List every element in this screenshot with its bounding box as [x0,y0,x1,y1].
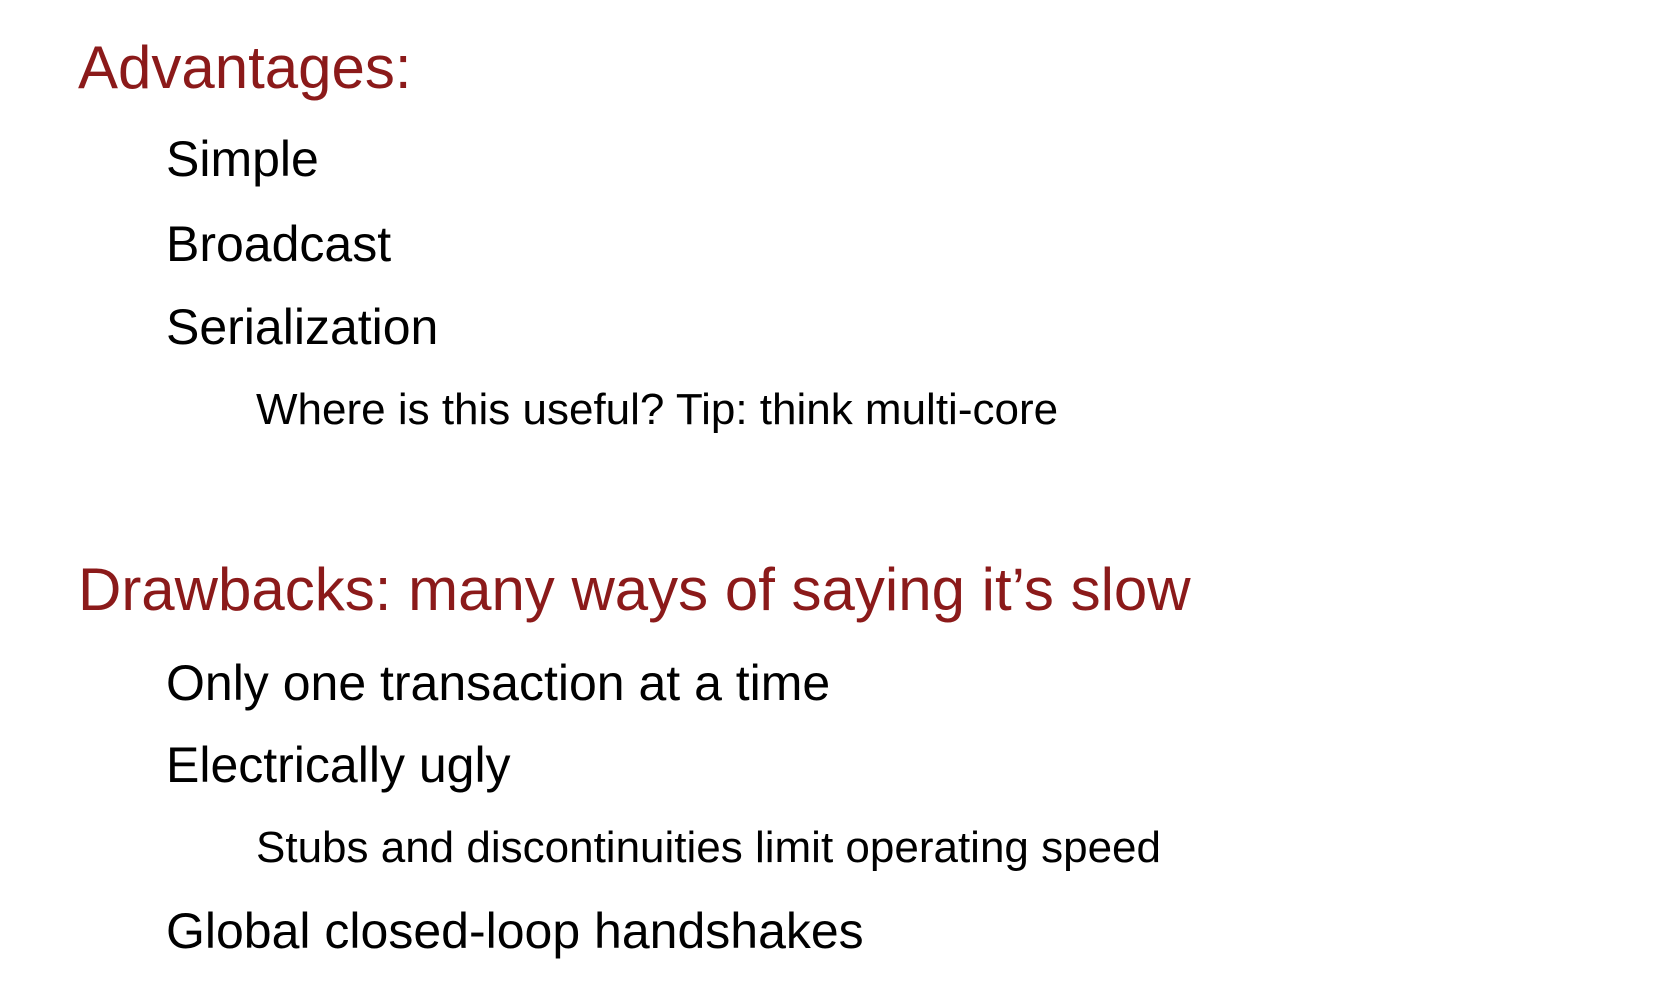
drawback-item-handshakes: Global closed-loop handshakes [166,903,864,959]
advantage-item-broadcast: Broadcast [166,216,392,272]
drawback-item-one-transaction: Only one transaction at a time [166,655,831,711]
advantages-heading: Advantages: [78,34,412,101]
advantage-item-serialization: Serialization [166,299,439,355]
advantage-subitem-multicore: Where is this useful? Tip: think multi-c… [256,385,1059,434]
drawback-subitem-stubs: Stubs and discontinuities limit operatin… [256,823,1161,872]
drawbacks-heading: Drawbacks: many ways of saying it’s slow [78,556,1191,623]
advantage-item-simple: Simple [166,131,319,187]
drawback-item-electrically-ugly: Electrically ugly [166,737,511,793]
